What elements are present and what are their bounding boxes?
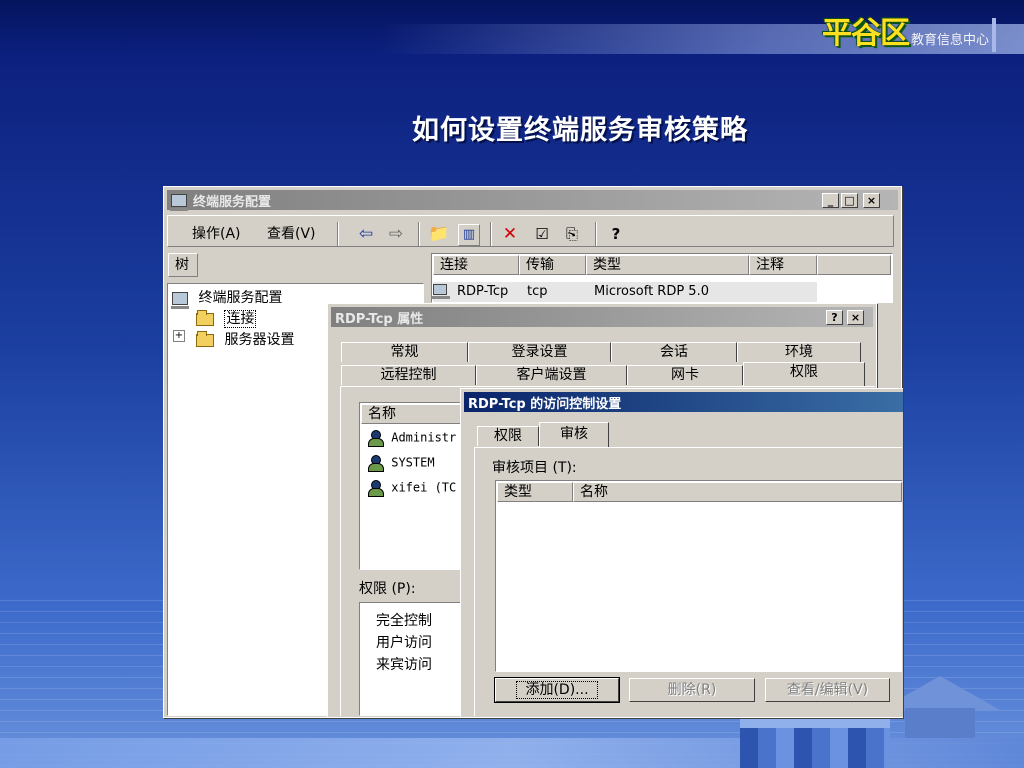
maximize-button[interactable]: □ bbox=[841, 193, 858, 208]
toolbar-separator bbox=[337, 222, 339, 246]
forward-icon[interactable]: ⇨ bbox=[386, 224, 406, 244]
column-header-name[interactable]: 名称 bbox=[573, 482, 902, 502]
tab-sessions[interactable]: 会话 bbox=[611, 342, 737, 362]
folder-icon bbox=[196, 330, 214, 347]
tab-remote-control[interactable]: 远程控制 bbox=[341, 365, 476, 385]
logo: 平谷区 教育信息中心 bbox=[822, 14, 996, 52]
logo-text: 平谷区 bbox=[822, 16, 910, 51]
back-icon[interactable]: ⇦ bbox=[356, 224, 376, 244]
close-button[interactable]: × bbox=[847, 310, 864, 325]
column-header-filler bbox=[817, 255, 891, 275]
dialog-title: RDP-Tcp 的访问控制设置 bbox=[468, 396, 622, 412]
row-transport: tcp bbox=[527, 284, 548, 299]
remove-button[interactable]: 删除(R) bbox=[629, 678, 755, 702]
tree-item-label: 服务器设置 bbox=[224, 332, 295, 348]
user-group-icon bbox=[366, 455, 384, 472]
tab-auditing[interactable]: 审核 bbox=[539, 422, 609, 448]
tab-permissions[interactable]: 权限 bbox=[743, 362, 865, 386]
slide-title: 如何设置终端服务审核策略 bbox=[412, 115, 748, 146]
tab-logon-settings[interactable]: 登录设置 bbox=[468, 342, 611, 362]
view-edit-button[interactable]: 查看/编辑(V) bbox=[765, 678, 890, 702]
properties-icon[interactable]: ☑ bbox=[532, 224, 552, 244]
computer-icon bbox=[170, 193, 188, 211]
connection-icon bbox=[432, 284, 450, 299]
folder-open-icon bbox=[196, 309, 214, 326]
tab-network-adapter[interactable]: 网卡 bbox=[627, 365, 743, 385]
toolbar-separator bbox=[595, 222, 597, 246]
tree-root[interactable]: 终端服务配置 bbox=[171, 287, 283, 309]
window-title: 终端服务配置 bbox=[193, 194, 272, 210]
user-name: SYSTEM bbox=[391, 455, 435, 470]
show-hide-tree-icon[interactable]: ▥ bbox=[458, 224, 480, 246]
user-item[interactable]: SYSTEM bbox=[366, 455, 435, 472]
column-header-connection[interactable]: 连接 bbox=[433, 255, 519, 275]
tree-expander[interactable]: + bbox=[173, 330, 185, 342]
logo-subtitle: 教育信息中心 bbox=[911, 33, 990, 48]
permissions-label: 权限 (P): bbox=[359, 581, 416, 597]
help-button[interactable]: ? bbox=[826, 310, 843, 325]
delete-icon[interactable]: ✕ bbox=[500, 224, 520, 244]
column-header-name[interactable]: 名称 bbox=[361, 404, 467, 424]
add-button-label: 添加(D)... bbox=[516, 681, 598, 699]
audit-entries-label: 审核项目 (T): bbox=[492, 460, 577, 476]
permission-item[interactable]: 用户访问 bbox=[376, 632, 432, 652]
dialog-titlebar[interactable]: RDP-Tcp 的访问控制设置 bbox=[464, 392, 903, 412]
tab-client-settings[interactable]: 客户端设置 bbox=[476, 365, 627, 385]
tab-environment[interactable]: 环境 bbox=[737, 342, 861, 362]
toolbar-separator bbox=[490, 222, 492, 246]
row-connection: RDP-Tcp bbox=[457, 284, 509, 299]
computer-icon bbox=[171, 291, 189, 309]
permission-item[interactable]: 完全控制 bbox=[376, 610, 432, 630]
help-icon[interactable]: ? bbox=[606, 224, 626, 244]
tree-item-connections[interactable]: 连接 bbox=[196, 308, 257, 328]
up-folder-icon[interactable]: 📁 bbox=[428, 224, 449, 244]
export-icon[interactable]: ⎘ bbox=[562, 224, 582, 244]
close-button[interactable]: × bbox=[863, 193, 880, 208]
tree-tab[interactable]: 树 bbox=[168, 253, 198, 277]
dialog-title: RDP-Tcp 属性 bbox=[335, 311, 424, 327]
menu-action[interactable]: 操作(A) bbox=[192, 223, 241, 243]
user-name: xifei (TC bbox=[391, 480, 457, 495]
tab-permissions[interactable]: 权限 bbox=[477, 426, 539, 446]
tree-item-label: 连接 bbox=[224, 310, 257, 328]
column-header-type[interactable]: 类型 bbox=[586, 255, 749, 275]
list-row[interactable]: RDP-Tcp tcp Microsoft RDP 5.0 bbox=[432, 282, 817, 302]
user-item[interactable]: Administr bbox=[366, 430, 457, 447]
tree-root-label: 终端服务配置 bbox=[198, 290, 283, 306]
user-name: Administr bbox=[391, 430, 457, 445]
column-header-comment[interactable]: 注释 bbox=[749, 255, 817, 275]
logo-divider bbox=[992, 18, 996, 52]
permission-item[interactable]: 来宾访问 bbox=[376, 654, 432, 674]
tree-item-server-settings[interactable]: 服务器设置 bbox=[196, 329, 294, 349]
tab-general[interactable]: 常规 bbox=[341, 342, 468, 362]
toolbar-separator bbox=[418, 222, 420, 246]
decor-pyramid-base bbox=[905, 708, 975, 738]
add-button[interactable]: 添加(D)... bbox=[494, 677, 620, 703]
audit-list bbox=[495, 480, 902, 672]
row-type: Microsoft RDP 5.0 bbox=[594, 284, 709, 299]
window-titlebar[interactable]: 终端服务配置 bbox=[167, 190, 898, 211]
minimize-button[interactable]: _ bbox=[822, 193, 839, 208]
menu-view[interactable]: 查看(V) bbox=[267, 223, 316, 243]
dialog-titlebar[interactable]: RDP-Tcp 属性 bbox=[331, 307, 873, 327]
user-icon bbox=[366, 480, 384, 497]
user-item[interactable]: xifei (TC bbox=[366, 480, 457, 497]
user-group-icon bbox=[366, 430, 384, 447]
column-header-transport[interactable]: 传输 bbox=[519, 255, 586, 275]
column-header-type[interactable]: 类型 bbox=[497, 482, 573, 502]
